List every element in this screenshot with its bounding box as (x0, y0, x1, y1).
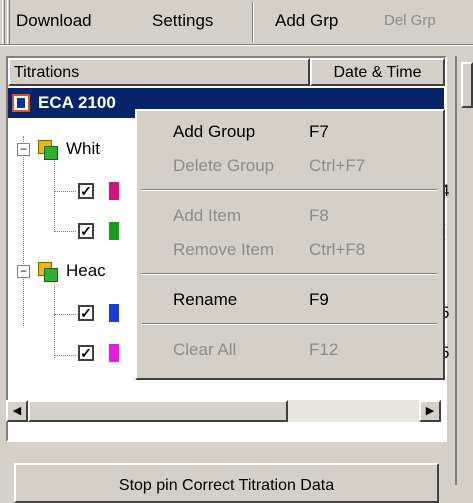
device-icon (12, 94, 30, 112)
horizontal-scrollbar[interactable]: ◀ ▶ (6, 400, 441, 422)
column-header-date-time[interactable]: Date & Time (310, 58, 445, 86)
item-color-swatch (109, 304, 119, 322)
delete-group-button[interactable]: Del Grp (384, 6, 436, 36)
menu-item-rename[interactable]: Rename F9 (137, 283, 443, 317)
scroll-left-icon[interactable]: ◀ (6, 400, 28, 422)
menu-item-label: Add Group (173, 122, 256, 141)
item-color-swatch (109, 222, 119, 240)
item-color-swatch (109, 344, 119, 362)
group-icon (38, 140, 58, 160)
collapse-icon[interactable]: − (17, 143, 30, 156)
menu-item-label: Rename (173, 290, 238, 309)
adjacent-panel-edge (455, 56, 473, 485)
menu-item-shortcut: Ctrl+F8 (309, 240, 366, 259)
menu-item-shortcut: Ctrl+F7 (309, 156, 366, 175)
menu-item-shortcut: F7 (309, 122, 329, 141)
menu-separator (141, 189, 437, 191)
tree-root-label: ECA 2100 (38, 93, 116, 112)
scroll-thumb[interactable] (28, 400, 288, 422)
bottom-action-label: Stop pin Correct Titration Data (118, 477, 335, 494)
menu-item-shortcut: F12 (309, 340, 339, 359)
item-color-swatch (109, 182, 119, 200)
adjacent-panel-button[interactable] (461, 62, 473, 108)
context-menu: Add Group F7 Delete Group Ctrl+F7 Add It… (135, 109, 445, 380)
toolbar: Download Settings Add Grp Del Grp (0, 0, 473, 44)
menu-item-label: Clear All (173, 340, 237, 359)
menu-item-shortcut: F9 (309, 290, 329, 309)
item-checkbox[interactable]: ✓ (78, 305, 94, 321)
menu-item-clear-all[interactable]: Clear All F12 (137, 333, 443, 367)
menu-item-add-item[interactable]: Add Item F8 (137, 199, 443, 233)
bottom-action-button[interactable]: Stop pin Correct Titration Data (14, 463, 439, 503)
settings-button[interactable]: Settings (152, 6, 213, 36)
menu-item-delete-group[interactable]: Delete Group Ctrl+F7 (137, 149, 443, 183)
menu-separator (141, 273, 437, 275)
toolbar-grip-2 (7, 0, 10, 44)
toolbar-divider (0, 44, 473, 46)
group-icon (38, 262, 58, 282)
menu-item-label: Add Item (173, 206, 242, 225)
column-header-titrations[interactable]: Titrations (8, 58, 310, 86)
collapse-icon[interactable]: − (17, 265, 30, 278)
download-button[interactable]: Download (16, 6, 92, 36)
item-checkbox[interactable]: ✓ (78, 223, 94, 239)
tree-group-label: Whit (66, 139, 100, 158)
menu-separator (141, 323, 437, 325)
toolbar-grip (2, 0, 5, 44)
add-group-button[interactable]: Add Grp (275, 6, 338, 36)
menu-item-shortcut: F8 (309, 206, 329, 225)
item-checkbox[interactable]: ✓ (78, 345, 94, 361)
item-checkbox[interactable]: ✓ (78, 183, 94, 199)
menu-item-label: Delete Group (173, 156, 275, 175)
tree-group-label: Heac (66, 261, 106, 280)
menu-item-remove-item[interactable]: Remove Item Ctrl+F8 (137, 233, 443, 267)
menu-item-add-group[interactable]: Add Group F7 (137, 115, 443, 149)
menu-item-label: Remove Item (173, 240, 275, 259)
toolbar-separator (252, 2, 254, 42)
scroll-right-icon[interactable]: ▶ (419, 400, 441, 422)
